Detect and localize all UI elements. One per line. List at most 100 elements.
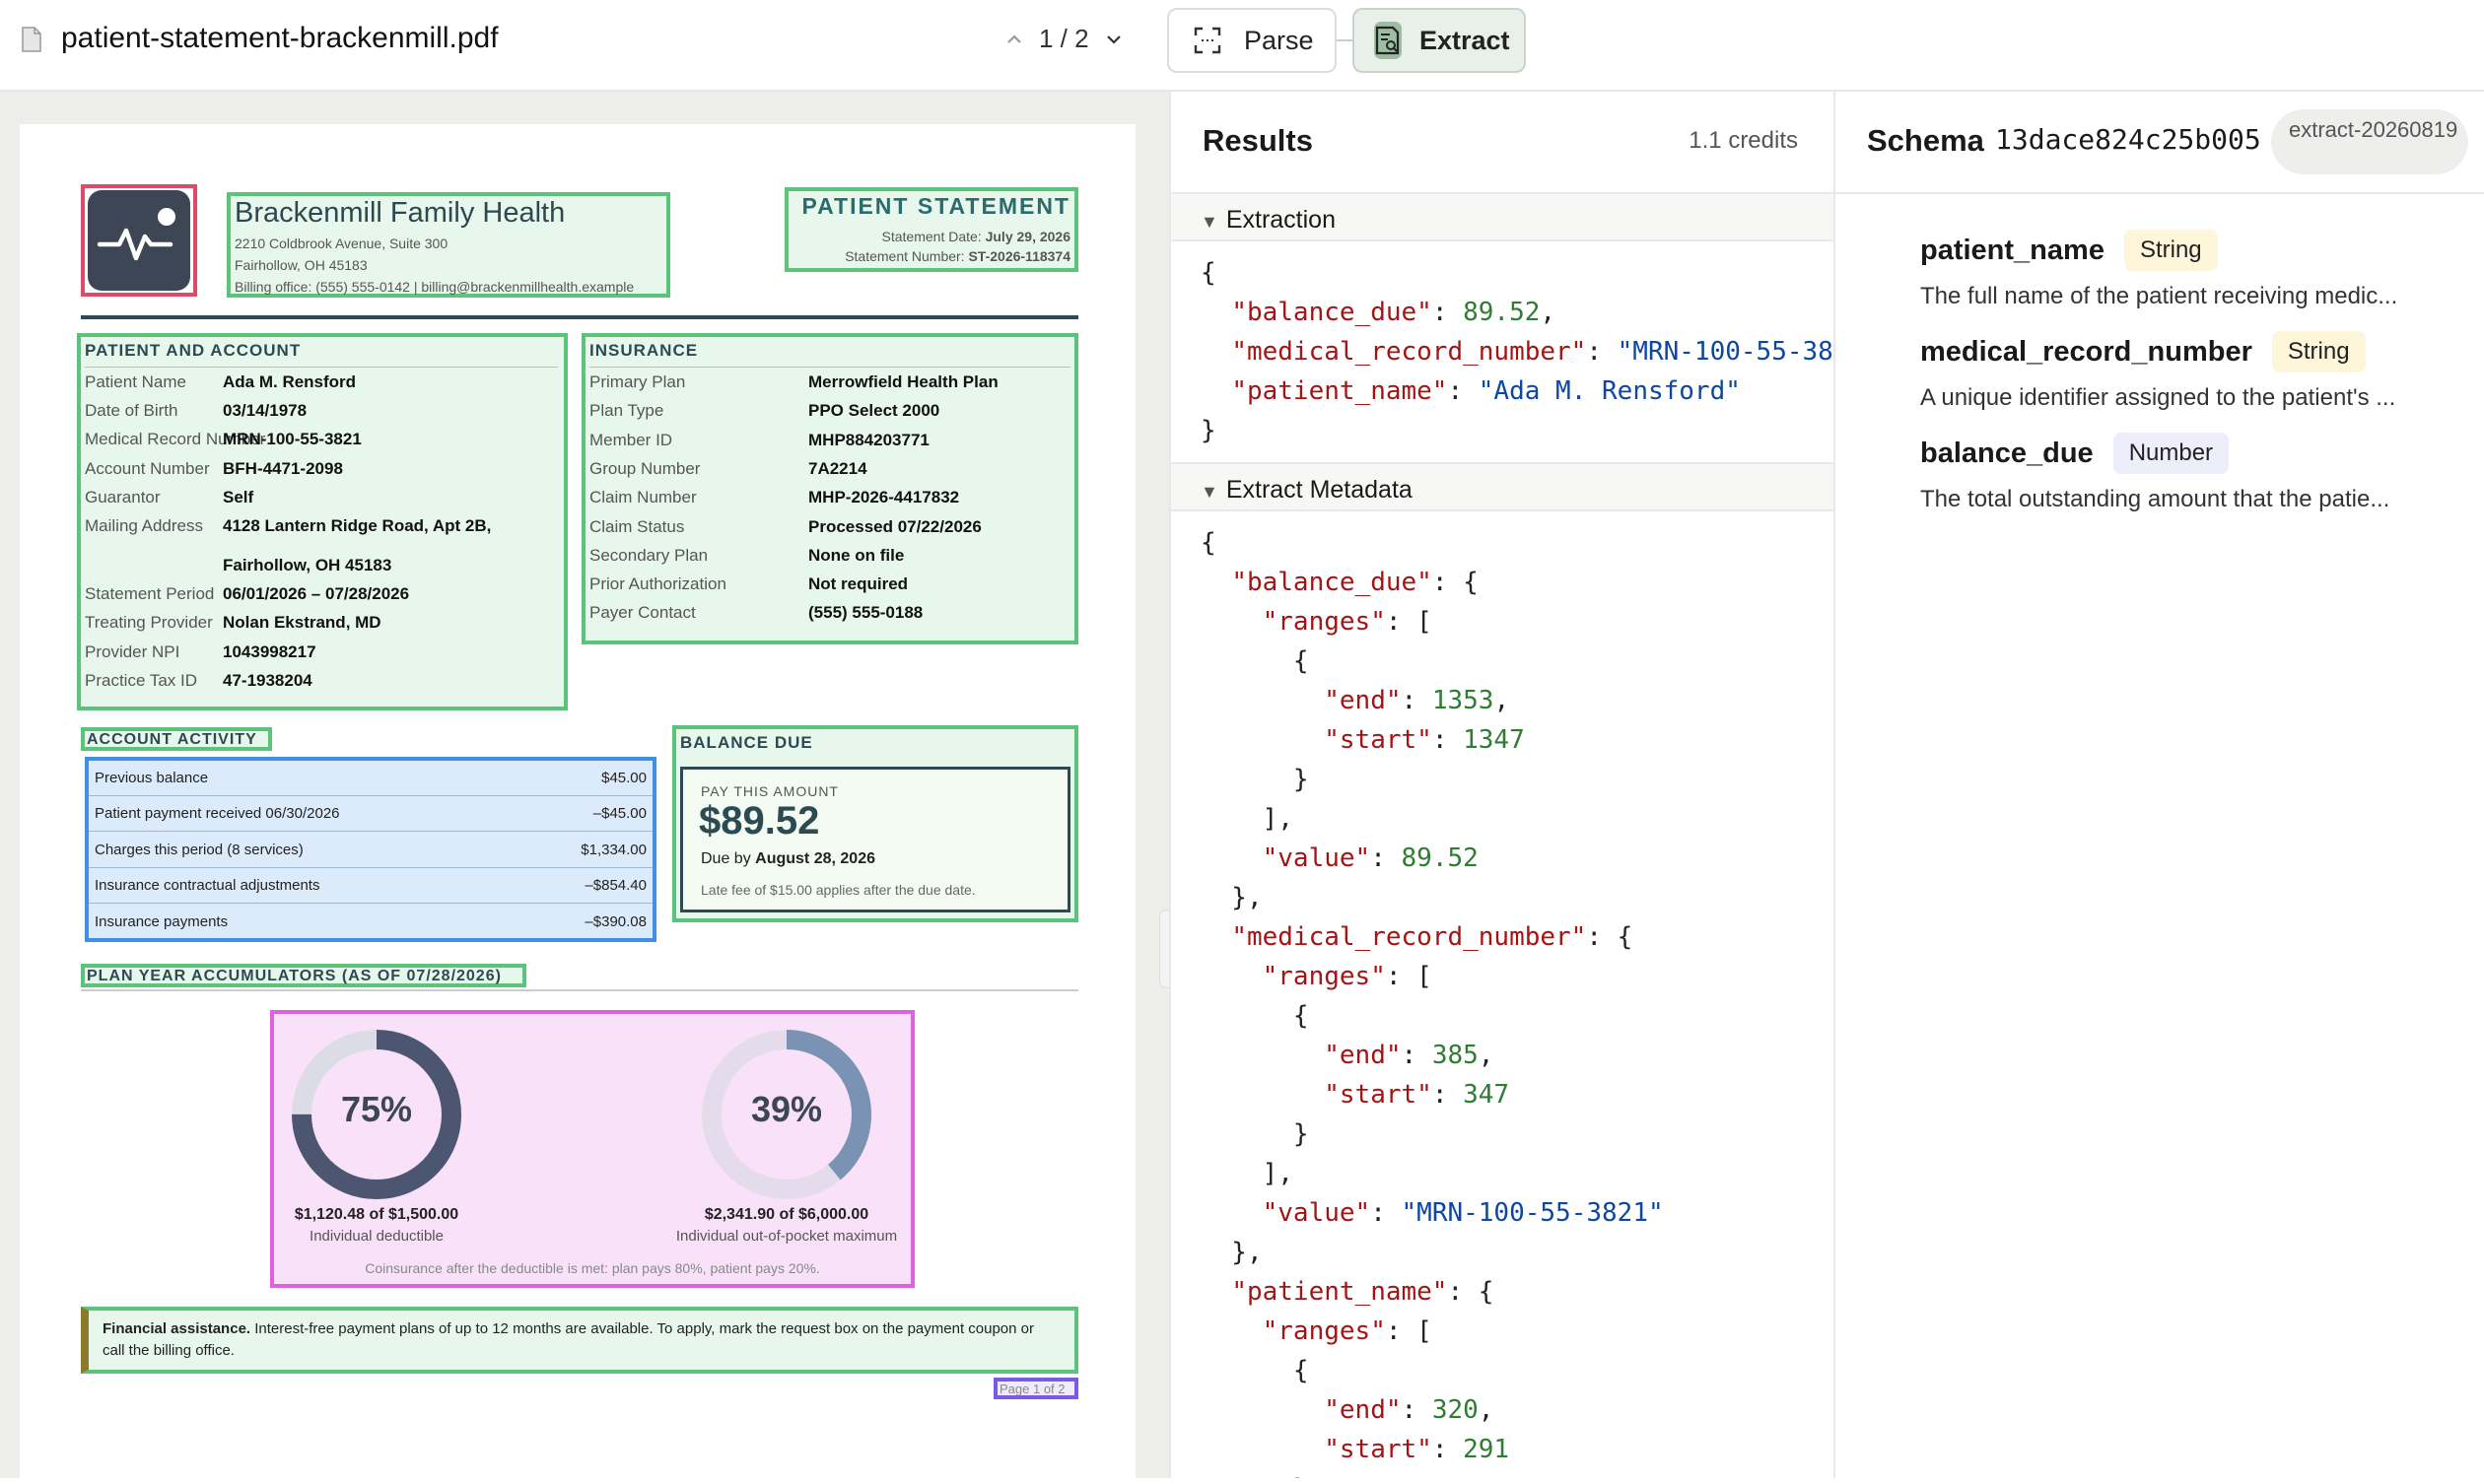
balance-section-title: BALANCE DUE: [680, 733, 813, 752]
insurance-box: INSURANCE Primary Plan Merrowfield Health…: [582, 333, 1078, 644]
schema-field[interactable]: medical_record_number String A unique iden…: [1920, 331, 2472, 412]
schema-field-name: medical_record_number: [1920, 335, 2252, 368]
metadata-label: Extract Metadata: [1225, 476, 1413, 504]
collapse-triangle-icon: ▼: [1201, 482, 1218, 502]
metadata-section-toggle[interactable]: ▼ Extract Metadata: [1171, 462, 1833, 511]
financial-assistance-box: Financial assistance. Interest-free paym…: [81, 1307, 1078, 1374]
clinic-address-line2: Fairhollow, OH 45183: [235, 257, 368, 273]
statement-title: PATIENT STATEMENT: [801, 193, 1070, 219]
activity-row: Charges this period (8 services) $1,334.0…: [89, 833, 653, 868]
field-value: 47-1938204: [223, 670, 312, 690]
field-label: Provider NPI: [85, 641, 180, 661]
field-value: MRN-100-55-3821: [223, 430, 362, 449]
extraction-json: { "balance_due": 89.52, "medical_record_…: [1201, 258, 1833, 445]
assist-bold: Financial assistance.: [103, 1320, 251, 1337]
file-name: patient-statement-brackenmill.pdf: [61, 22, 499, 54]
schema-field[interactable]: patient_name String The full name of the p…: [1920, 230, 2472, 310]
field-label: Date of Birth: [85, 401, 178, 421]
credits-label: 1.1 credits: [1689, 127, 1798, 154]
activity-value: $45.00: [601, 770, 647, 786]
schema-field-description: A unique identifier assigned to the pati…: [1920, 384, 2396, 411]
extract-button[interactable]: Extract: [1352, 8, 1526, 73]
schema-field-description: The total outstanding amount that the pa…: [1920, 486, 2390, 512]
activity-label: Patient payment received 06/30/2026: [95, 805, 340, 823]
statement-number-label: Statement Number:: [845, 248, 965, 264]
extraction-section-toggle[interactable]: ▼ Extraction: [1171, 192, 1833, 241]
accum-rule: [81, 989, 1078, 991]
field-value: 03/14/1978: [223, 401, 308, 421]
coinsurance-note: Coinsurance after the deductible is met:…: [365, 1260, 820, 1276]
meta-balance-value: 89.52: [1401, 843, 1479, 873]
clinic-address-line1: 2210 Coldbrook Avenue, Suite 300: [235, 236, 448, 251]
header-rule: [81, 315, 1078, 319]
field-label: Treating Provider: [85, 613, 213, 633]
accum-section-title: PLAN YEAR ACCUMULATORS (AS OF 07/28/2026…: [87, 968, 502, 984]
activity-row: Previous balance $45.00: [89, 761, 653, 796]
clinic-header-box: Brackenmill Family Health 2210 Coldbrook…: [227, 192, 670, 298]
due-line: Due by August 28, 2026: [701, 850, 875, 868]
insurance-value: MHP884203771: [808, 430, 930, 449]
activity-row: Insurance payments –$390.08: [89, 905, 653, 940]
activity-table: Previous balance $45.00 Patient payment re…: [85, 757, 656, 942]
field-label: Statement Period: [85, 584, 215, 604]
insurance-value: PPO Select 2000: [808, 401, 940, 421]
field-label: Mailing Address: [85, 516, 204, 535]
activity-title-box: ACCOUNT ACTIVITY: [81, 727, 272, 751]
field-value: 06/01/2026 – 07/28/2026: [223, 584, 410, 604]
scan-icon: [1189, 22, 1226, 59]
accumulator-amount: $1,120.48 of $1,500.00: [294, 1206, 459, 1223]
field-value: BFH-4471-2098: [223, 458, 343, 478]
accumulator-chart: 75% $1,120.48 of $1,500.00 Individual dedu…: [270, 1010, 915, 1288]
activity-value: –$390.08: [585, 912, 647, 930]
insurance-label: Claim Status: [589, 516, 685, 536]
statement-date-value: July 29, 2026: [985, 229, 1070, 244]
accumulator-amount: $2,341.90 of $6,000.00: [704, 1206, 869, 1223]
page-navigator: 1 / 2: [1003, 24, 1125, 54]
insurance-label: Primary Plan: [589, 372, 686, 391]
schema-field-description: The full name of the patient receiving m…: [1920, 283, 2398, 309]
patient-account-box: PATIENT AND ACCOUNT Patient Name Ada M. R…: [77, 333, 568, 710]
meta-name-end: 320: [1431, 1395, 1479, 1425]
chevron-up-icon[interactable]: [1003, 29, 1025, 50]
schema-field[interactable]: balance_due Number The total outstanding a…: [1920, 433, 2472, 513]
activity-row: Patient payment received 06/30/2026 –$45.…: [89, 796, 653, 833]
accum-title-box: PLAN YEAR ACCUMULATORS (AS OF 07/28/2026…: [81, 964, 526, 987]
schema-title: Schema: [1867, 123, 1984, 158]
insurance-label: Plan Type: [589, 401, 664, 421]
field-label: Account Number: [85, 458, 210, 478]
insurance-label: Secondary Plan: [589, 545, 709, 565]
field-value: 1043998217: [223, 641, 316, 661]
schema-version-badge: extract-20260819: [2271, 109, 2468, 174]
chevron-down-icon[interactable]: [1103, 29, 1125, 50]
donut-percent: 39%: [750, 1089, 823, 1129]
document-viewer[interactable]: Brackenmill Family Health 2210 Coldbrook…: [0, 92, 1173, 1484]
field-label: Practice Tax ID: [85, 670, 198, 690]
parse-button[interactable]: Parse: [1167, 8, 1337, 73]
clinic-logo: [88, 190, 190, 291]
pay-box: PAY THIS AMOUNT $89.52 Due by August 28,…: [680, 767, 1070, 912]
schema-field-type: String: [2123, 230, 2218, 271]
insurance-label: Member ID: [589, 430, 673, 449]
meta-mrn-value: "MRN-100-55-3821": [1401, 1198, 1664, 1228]
schema-panel: Schema 13dace824c25b005 extract-20260819…: [1835, 92, 2484, 1478]
due-label: Due by: [701, 850, 751, 867]
document-search-icon: [1374, 22, 1402, 59]
section-rule: [85, 367, 558, 368]
schema-field-name: patient_name: [1920, 234, 2104, 266]
insurance-label: Prior Authorization: [589, 574, 726, 594]
page-indicator: 1 / 2: [1039, 24, 1089, 53]
insurance-label: Claim Number: [589, 488, 697, 507]
meta-mrn-end: 385: [1431, 1041, 1479, 1070]
insurance-value: Not required: [808, 574, 909, 594]
clinic-contact: Billing office: (555) 555-0142 | billing…: [235, 279, 635, 295]
page-footer-box: Page 1 of 2: [994, 1378, 1078, 1399]
balance-due-box: BALANCE DUE PAY THIS AMOUNT $89.52 Due b…: [672, 725, 1078, 922]
patient-section-title: PATIENT AND ACCOUNT: [85, 341, 302, 360]
json-balance-due: 89.52: [1463, 298, 1541, 327]
meta-balance-end: 1353: [1431, 686, 1494, 715]
pay-amount: $89.52: [699, 799, 820, 843]
insurance-value: Merrowfield Health Plan: [808, 372, 999, 391]
field-label: Patient Name: [85, 372, 186, 391]
statement-date: Statement Date: July 29, 2026: [882, 229, 1070, 244]
page-footer: Page 1 of 2: [1000, 1382, 1066, 1396]
